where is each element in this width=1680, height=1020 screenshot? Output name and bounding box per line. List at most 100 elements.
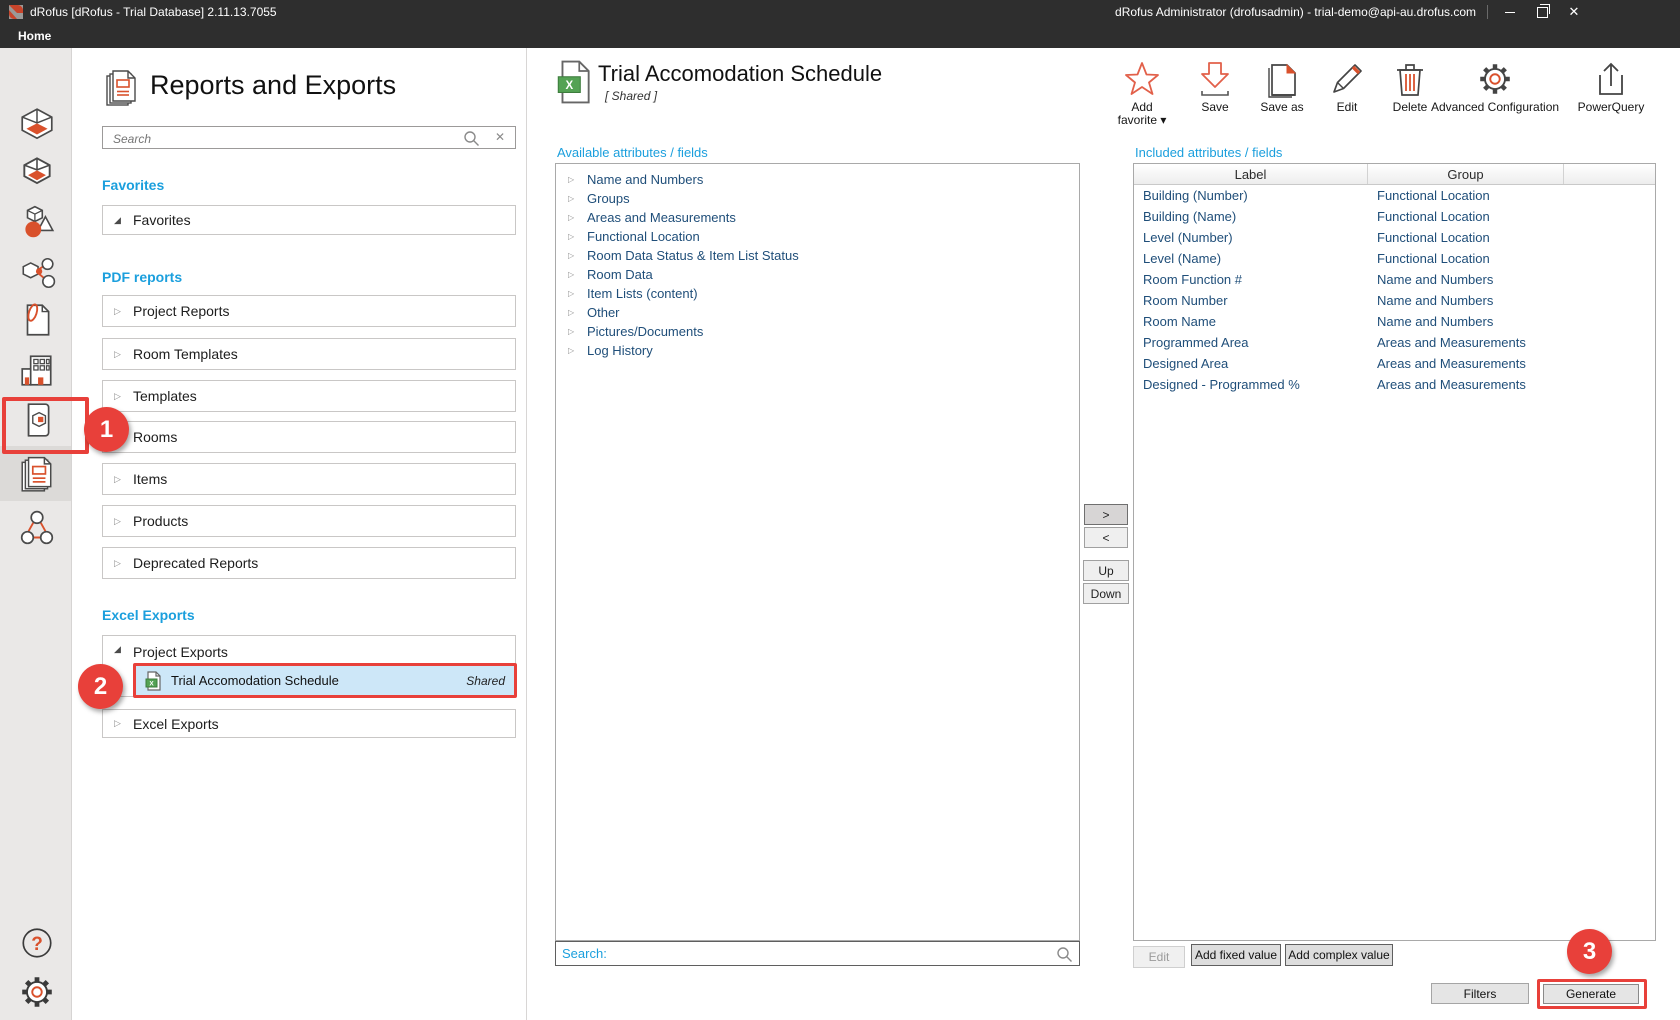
table-row[interactable]: Designed - Programmed %Areas and Measure… — [1134, 374, 1655, 395]
toolbar-label: Advanced Configuration — [1431, 101, 1559, 114]
sidebar-item-items[interactable] — [18, 203, 56, 241]
advanced-configuration-button[interactable]: Advanced Configuration — [1420, 60, 1570, 114]
drofus-logo-icon — [9, 5, 23, 19]
annotation-rect-reports-nav — [2, 397, 89, 454]
table-row[interactable]: Level (Name)Functional Location — [1134, 248, 1655, 269]
powerquery-button[interactable]: PowerQuery — [1566, 60, 1656, 114]
table-row[interactable]: Designed AreaAreas and Measurements — [1134, 353, 1655, 374]
tab-home[interactable]: Home — [18, 29, 51, 43]
expander-icon: ▷ — [568, 327, 578, 336]
table-row[interactable]: Building (Name)Functional Location — [1134, 206, 1655, 227]
toolbar-label: Edit — [1337, 101, 1358, 114]
group-label: Templates — [133, 388, 197, 404]
group-project-reports[interactable]: ▷ Project Reports — [102, 295, 516, 327]
search-icon[interactable] — [1056, 946, 1073, 966]
section-heading-favorites: Favorites — [102, 177, 164, 193]
edit-button[interactable]: Edit — [1317, 60, 1377, 114]
close-button[interactable]: ✕ — [1560, 0, 1588, 24]
tree-item-item-lists-content[interactable]: ▷Item Lists (content) — [556, 284, 1079, 303]
tree-item-functional-location[interactable]: ▷Functional Location — [556, 227, 1079, 246]
group-rooms[interactable]: ▷ Rooms — [102, 421, 516, 453]
group-room-templates[interactable]: ▷ Room Templates — [102, 338, 516, 370]
room-data-icon — [18, 153, 56, 191]
table-row[interactable]: Building (Number)Functional Location — [1134, 185, 1655, 206]
sidebar-item-reports-and-exports[interactable] — [18, 456, 56, 494]
tree-item-pictures-documents[interactable]: ▷Pictures/Documents — [556, 322, 1079, 341]
maximize-button[interactable] — [1528, 0, 1556, 24]
tree-item-other[interactable]: ▷Other — [556, 303, 1079, 322]
table-row[interactable]: Room NameName and Numbers — [1134, 311, 1655, 332]
items-icon — [18, 203, 56, 241]
column-header-label[interactable]: Label — [1134, 164, 1368, 184]
group-items[interactable]: ▷ Items — [102, 463, 516, 495]
page-title: Reports and Exports — [150, 70, 396, 101]
table-row[interactable]: Room Function #Name and Numbers — [1134, 269, 1655, 290]
toolbar-label: PowerQuery — [1578, 101, 1645, 114]
table-row[interactable]: Programmed AreaAreas and Measurements — [1134, 332, 1655, 353]
available-attributes-label: Available attributes / fields — [557, 145, 708, 160]
star-icon — [1123, 60, 1161, 98]
filters-button[interactable]: Filters — [1431, 983, 1529, 1004]
gear-icon — [1476, 60, 1514, 98]
save-as-button[interactable]: Save as — [1252, 60, 1312, 114]
expander-icon: ◢ — [114, 215, 124, 226]
group-excel-exports[interactable]: ▷ Excel Exports — [102, 709, 516, 738]
expander-icon: ▷ — [568, 270, 578, 279]
group-label: Items — [133, 471, 167, 487]
column-header-group[interactable]: Group — [1368, 164, 1564, 184]
sidebar-item-room-data[interactable] — [18, 153, 56, 191]
expander-icon: ▷ — [568, 175, 578, 184]
move-up-button[interactable]: Up — [1083, 560, 1129, 581]
edit-attribute-button[interactable]: Edit — [1133, 946, 1185, 968]
tree-item-room-data-status[interactable]: ▷Room Data Status & Item List Status — [556, 246, 1079, 265]
drofus-window: dRofus [dRofus - Trial Database] 2.11.13… — [0, 0, 1680, 1020]
sidebar-item-help[interactable]: ? — [18, 924, 56, 962]
add-fixed-value-button[interactable]: Add fixed value — [1191, 944, 1281, 966]
tree-item-log-history[interactable]: ▷Log History — [556, 341, 1079, 360]
toolbar-label: Save as — [1260, 101, 1303, 114]
toolbar-label: Save — [1201, 101, 1228, 114]
annotation-step-1: 1 — [84, 407, 129, 452]
expander-icon: ▷ — [568, 289, 578, 298]
expander-icon: ▷ — [568, 232, 578, 241]
sidebar-item-buildings[interactable] — [18, 351, 56, 389]
share-up-icon — [1592, 60, 1630, 98]
search-box: ✕ — [102, 126, 516, 149]
group-favorites[interactable]: ◢ Favorites — [102, 205, 516, 235]
move-left-button[interactable]: < — [1084, 527, 1128, 548]
clear-search-icon[interactable]: ✕ — [495, 130, 505, 144]
minimize-button[interactable] — [1496, 0, 1524, 24]
tree-item-room-data[interactable]: ▷Room Data — [556, 265, 1079, 284]
gear-icon — [18, 973, 56, 1011]
section-heading-pdf-reports: PDF reports — [102, 269, 182, 285]
sidebar-item-rooms[interactable] — [18, 106, 56, 144]
sidebar-item-settings[interactable] — [18, 973, 56, 1011]
group-templates[interactable]: ▷ Templates — [102, 380, 516, 412]
save-button[interactable]: Save — [1185, 60, 1245, 114]
group-deprecated-reports[interactable]: ▷ Deprecated Reports — [102, 547, 516, 579]
table-row[interactable]: Level (Number)Functional Location — [1134, 227, 1655, 248]
add-complex-value-button[interactable]: Add complex value — [1285, 944, 1393, 966]
tree-item-groups[interactable]: ▷Groups — [556, 189, 1079, 208]
group-label: Excel Exports — [133, 716, 219, 732]
tree-search-field[interactable]: Search: — [555, 941, 1080, 966]
sidebar-item-documents[interactable] — [18, 301, 56, 339]
reports-icon — [18, 456, 56, 494]
user-info: dRofus Administrator (drofusadmin) - tri… — [1115, 5, 1476, 19]
column-header-empty[interactable] — [1564, 164, 1655, 184]
sidebar-item-relations[interactable] — [18, 509, 56, 547]
table-row[interactable]: Room NumberName and Numbers — [1134, 290, 1655, 311]
tree-search-label: Search: — [562, 946, 607, 961]
group-products[interactable]: ▷ Products — [102, 505, 516, 537]
export-file-icon: X — [556, 60, 592, 109]
tree-item-areas-and-measurements[interactable]: ▷Areas and Measurements — [556, 208, 1079, 227]
search-input[interactable] — [111, 129, 465, 148]
tree-item-name-and-numbers[interactable]: ▷Name and Numbers — [556, 170, 1079, 189]
move-down-button[interactable]: Down — [1083, 583, 1129, 604]
search-icon[interactable] — [463, 130, 480, 152]
add-favorite-button[interactable]: Add favorite ▾ — [1112, 60, 1172, 127]
group-label: Products — [133, 513, 188, 529]
sidebar-item-products[interactable] — [18, 254, 56, 292]
move-right-button[interactable]: > — [1084, 504, 1128, 525]
titlebar-divider — [1487, 5, 1488, 19]
